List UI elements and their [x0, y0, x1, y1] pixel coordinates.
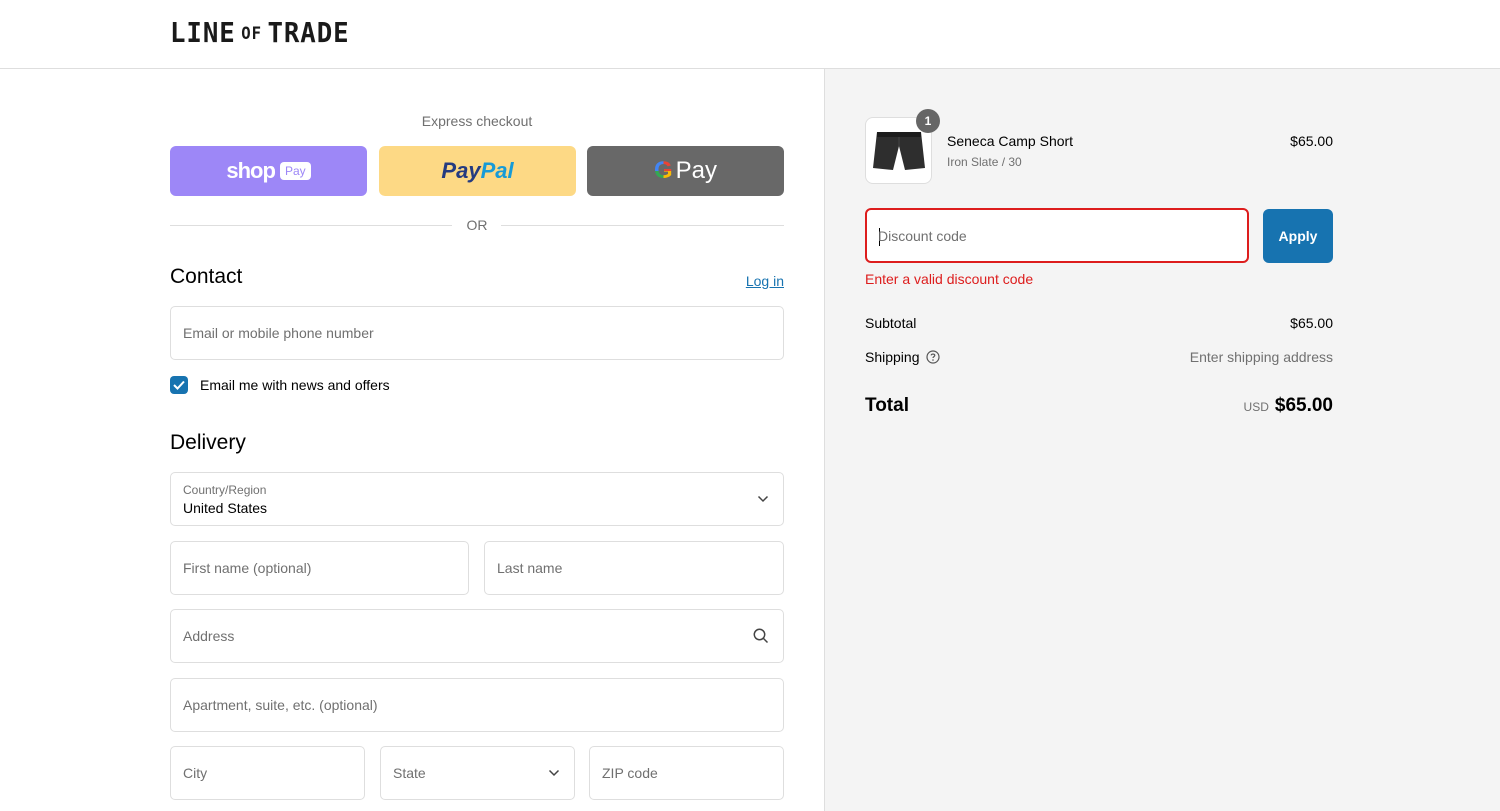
paypal-logo: PayPal: [441, 158, 513, 184]
first-name-placeholder: First name (optional): [183, 560, 312, 576]
shop-pay-button[interactable]: shop Pay: [170, 146, 367, 196]
login-link[interactable]: Log in: [746, 273, 784, 289]
help-icon[interactable]: [925, 350, 940, 364]
google-g-icon: G: [653, 157, 673, 184]
product-name: Seneca Camp Short: [947, 133, 1074, 149]
newsletter-option[interactable]: Email me with news and offers: [170, 376, 390, 394]
zip-code-field[interactable]: ZIP code: [589, 746, 784, 800]
paypal-button[interactable]: PayPal: [379, 146, 576, 196]
shipping-label-group: Shipping: [865, 349, 940, 365]
shipping-value: Enter shipping address: [1189, 349, 1333, 365]
total-value: $65.00: [1274, 395, 1333, 416]
last-name-field[interactable]: Last name: [484, 541, 784, 595]
express-checkout-title: Express checkout: [421, 113, 533, 129]
email-field[interactable]: Email or mobile phone number: [170, 306, 784, 360]
total-label: Total: [865, 395, 909, 416]
subtotal-value: $65.00: [1290, 315, 1333, 331]
checkmark-icon: [173, 380, 185, 390]
discount-placeholder: Discount code: [878, 227, 967, 244]
store-logo[interactable]: LINE OF TRADE: [170, 16, 350, 49]
apartment-field[interactable]: Apartment, suite, etc. (optional): [170, 678, 784, 732]
paypal-logo-part2: Pal: [480, 158, 514, 183]
total-currency: USD: [1243, 400, 1269, 414]
delivery-heading: Delivery: [170, 431, 246, 454]
chevron-down-icon: [757, 495, 769, 503]
subtotal-label: Subtotal: [865, 315, 917, 331]
country-select[interactable]: Country/Region United States: [170, 472, 784, 526]
email-placeholder: Email or mobile phone number: [183, 325, 374, 341]
google-pay-logo: G Pay: [654, 157, 717, 185]
order-summary-panel: 1 Seneca Camp Short Iron Slate / 30 $65.…: [824, 69, 1500, 811]
total-value-group: USD $65.00: [1244, 395, 1333, 417]
first-name-field[interactable]: First name (optional): [170, 541, 469, 595]
google-pay-button[interactable]: G Pay: [587, 146, 784, 196]
product-variant: Iron Slate / 30: [947, 155, 1022, 169]
or-divider: OR: [170, 216, 784, 234]
shop-pay-logo: shop: [226, 158, 276, 183]
contact-heading: Contact: [170, 265, 243, 288]
state-select[interactable]: State: [380, 746, 575, 800]
city-placeholder: City: [183, 765, 208, 781]
apply-discount-button[interactable]: Apply: [1263, 209, 1333, 263]
address-placeholder: Address: [183, 628, 235, 644]
header: LINE OF TRADE: [0, 0, 1500, 69]
discount-code-input[interactable]: Discount code: [865, 208, 1249, 263]
apartment-placeholder: Apartment, suite, etc. (optional): [183, 697, 378, 713]
country-value: United States: [183, 500, 268, 516]
zip-code-placeholder: ZIP code: [602, 765, 658, 781]
country-label: Country/Region: [183, 483, 267, 497]
search-icon[interactable]: [753, 628, 769, 644]
quantity-badge: 1: [916, 109, 940, 133]
last-name-placeholder: Last name: [497, 560, 563, 576]
state-placeholder: State: [393, 765, 426, 781]
chevron-down-icon: [548, 769, 560, 777]
newsletter-label: Email me with news and offers: [200, 377, 390, 393]
newsletter-checkbox[interactable]: [170, 376, 188, 394]
product-price: $65.00: [1290, 133, 1333, 149]
shorts-icon: [872, 131, 925, 170]
city-field[interactable]: City: [170, 746, 365, 800]
discount-error-message: Enter a valid discount code: [865, 271, 1034, 287]
or-label: OR: [466, 217, 488, 233]
paypal-logo-part1: Pay: [441, 158, 481, 183]
logo-word-of: OF: [241, 24, 262, 44]
shipping-label: Shipping: [865, 349, 920, 365]
logo-word-line: LINE: [170, 16, 236, 49]
address-field[interactable]: Address: [170, 609, 784, 663]
google-pay-label: Pay: [675, 157, 718, 184]
shop-pay-badge: Pay: [279, 162, 311, 180]
logo-word-trade: TRADE: [267, 16, 350, 49]
